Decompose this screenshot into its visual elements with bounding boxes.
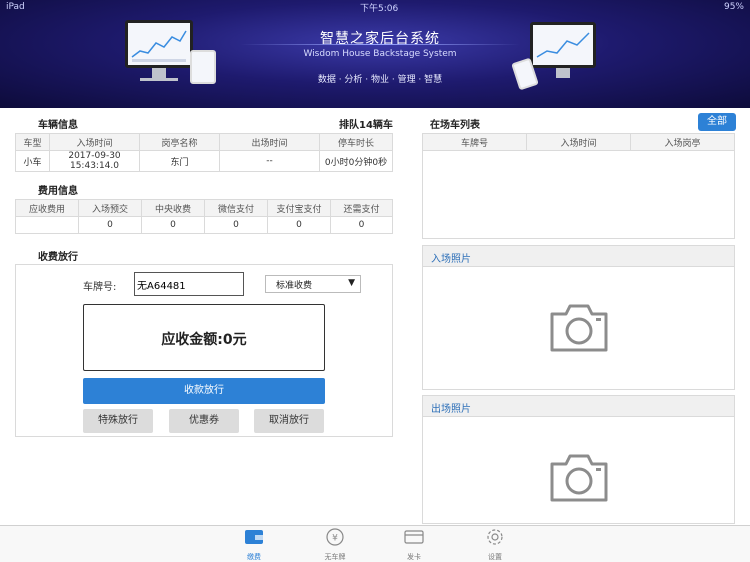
svg-text:¥: ¥ [332,534,338,544]
table-header-cell: 入场预交 [78,199,142,217]
collect-release-button[interactable]: 收款放行 [83,378,325,404]
monitor-base-left [140,78,178,81]
tablet-illustration-left [190,50,216,84]
tab-issue-card[interactable]: 发卡 [384,528,444,562]
onsite-list-title: 在场车列表 [430,120,480,131]
table-header-cell: 支付宝支付 [267,199,331,217]
table-header-cell: 中央收费 [141,199,205,217]
table-cell: 2017-09-30 15:43:14.0 [49,150,140,172]
amount-display: 应收金额:0元 [83,304,325,371]
charge-mode-select[interactable]: 标准收费 ▼ [265,275,361,293]
table-header-row: 应收费用 入场预交 中央收费 微信支付 支付宝支付 还需支付 [15,199,393,217]
monitor-illustration-left [125,20,193,68]
bottom-tab-bar: 缴费 ¥ 无车牌 发卡 设置 [0,525,750,562]
entry-photo-header: 入场照片 [422,245,735,267]
table-cell: 0 [204,216,268,234]
banner-title: 智慧之家后台系统 [320,31,440,47]
table-cell: 0 [78,216,142,234]
table-header-row: 车型 入场时间 岗亭名称 出场时间 停车时长 [15,133,393,151]
special-release-button[interactable]: 特殊放行 [83,409,153,433]
header-banner: iPad 下午5:06 95% 智慧之家后台系统 Wisdom House Ba… [0,0,750,108]
table-header-cell: 微信支付 [204,199,268,217]
camera-icon [550,454,608,502]
gear-icon [487,529,503,545]
monitor-stand-right [556,68,570,78]
table-header-cell: 入场岗亭 [630,133,735,151]
cancel-release-button[interactable]: 取消放行 [254,409,324,433]
table-row: 0 0 0 0 0 [15,216,393,234]
tab-settings[interactable]: 设置 [465,528,525,562]
wallet-icon [245,530,263,544]
tab-no-plate[interactable]: ¥ 无车牌 [305,528,365,562]
charge-mode-value: 标准收费 [276,281,313,291]
table-cell: 小车 [15,150,50,172]
onsite-list-panel: 车牌号 入场时间 入场岗亭 [422,133,735,239]
chart-illustration [536,32,590,58]
yuan-coin-icon: ¥ [326,528,344,546]
table-header-cell: 车牌号 [422,133,527,151]
table-cell: 0小时0分钟0秒 [319,150,393,172]
status-battery: 95% [723,2,744,12]
table-cell: 0 [330,216,393,234]
amount-value: 0元 [222,332,247,348]
banner-subtitle: Wisdom House Backstage System [303,49,457,59]
coupon-button[interactable]: 优惠券 [169,409,239,433]
plate-label: 车牌号: [83,282,117,293]
fee-info-title: 费用信息 [38,186,78,197]
status-bar: iPad 下午5:06 95% [0,0,750,14]
table-cell: -- [219,150,320,172]
tab-label: 发卡 [407,553,421,561]
banner-tags: 数据 · 分析 · 物业 · 管理 · 智慧 [317,75,443,85]
chart-illustration [131,30,187,62]
all-filter-button[interactable]: 全部 [698,113,736,131]
tab-label: 无车牌 [324,553,346,561]
tab-label: 设置 [488,553,502,561]
status-time: 下午5:06 [360,4,399,14]
onsite-table: 车牌号 入场时间 入场岗亭 [422,133,735,151]
table-header-row: 车牌号 入场时间 入场岗亭 [422,133,735,151]
table-header-cell: 入场时间 [526,133,631,151]
table-header-cell: 入场时间 [49,133,140,151]
card-icon [404,530,424,544]
queue-count: 排队14辆车 [339,120,393,131]
plate-number-input[interactable] [134,272,244,296]
tab-label: 缴费 [247,553,261,561]
status-device: iPad [6,2,25,12]
table-header-cell: 出场时间 [219,133,320,151]
banner-divider [240,44,520,45]
table-header-cell: 停车时长 [319,133,393,151]
monitor-stand-left [152,68,166,78]
table-header-cell: 岗亭名称 [139,133,220,151]
release-title: 收费放行 [38,252,78,263]
monitor-illustration-right [530,22,596,68]
table-row: 小车 2017-09-30 15:43:14.0 东门 -- 0小时0分钟0秒 [15,150,393,172]
amount-label: 应收金额: [161,332,223,348]
table-header-cell: 应收费用 [15,199,79,217]
tab-payment[interactable]: 缴费 [224,528,284,562]
fee-table: 应收费用 入场预交 中央收费 微信支付 支付宝支付 还需支付 0 0 0 0 0 [15,199,393,234]
table-cell: 0 [141,216,205,234]
table-cell [15,216,79,234]
table-header-cell: 车型 [15,133,50,151]
vehicle-table: 车型 入场时间 岗亭名称 出场时间 停车时长 小车 2017-09-30 15:… [15,133,393,172]
table-cell: 东门 [139,150,220,172]
camera-icon [550,304,608,352]
exit-photo-header: 出场照片 [422,395,735,417]
table-header-cell: 还需支付 [330,199,393,217]
table-cell: 0 [267,216,331,234]
chevron-down-icon: ▼ [348,278,355,288]
vehicle-info-title: 车辆信息 [38,120,78,131]
